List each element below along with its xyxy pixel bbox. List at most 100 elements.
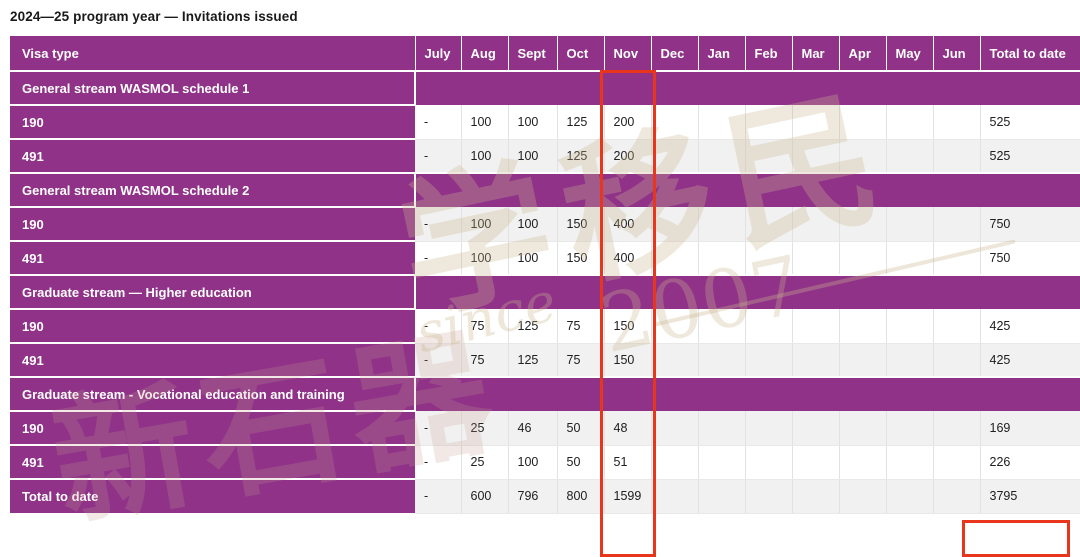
- total-cell-sept: 796: [508, 479, 557, 513]
- column-header-visa-type[interactable]: Visa type: [10, 36, 415, 71]
- column-header-oct[interactable]: Oct: [557, 36, 604, 71]
- section-filler: [415, 377, 1080, 411]
- total-cell-may: [886, 479, 933, 513]
- cell-nov: 48: [604, 411, 651, 445]
- cell-apr: [839, 139, 886, 173]
- section-header-row: General stream WASMOL schedule 1: [10, 71, 1080, 105]
- cell-aug: 100: [461, 207, 508, 241]
- cell-nov: 200: [604, 105, 651, 139]
- row-label: 491: [10, 139, 415, 173]
- cell-jan: [698, 207, 745, 241]
- row-label: 190: [10, 411, 415, 445]
- column-header-feb[interactable]: Feb: [745, 36, 792, 71]
- cell-feb: [745, 343, 792, 377]
- total-cell-july: -: [415, 479, 461, 513]
- cell-feb: [745, 411, 792, 445]
- page-title: 2024—25 program year — Invitations issue…: [0, 0, 1080, 36]
- cell-jun: [933, 411, 980, 445]
- total-cell-jan: [698, 479, 745, 513]
- section-header-row: Graduate stream - Vocational education a…: [10, 377, 1080, 411]
- cell-jun: [933, 105, 980, 139]
- row-label: 190: [10, 309, 415, 343]
- row-label-total: Total to date: [10, 479, 415, 513]
- total-cell-apr: [839, 479, 886, 513]
- cell-may: [886, 139, 933, 173]
- section-header-row: General stream WASMOL schedule 2: [10, 173, 1080, 207]
- cell-aug: 100: [461, 139, 508, 173]
- cell-total: 525: [980, 139, 1080, 173]
- cell-dec: [651, 309, 698, 343]
- column-header-nov[interactable]: Nov: [604, 36, 651, 71]
- cell-apr: [839, 445, 886, 479]
- cell-may: [886, 207, 933, 241]
- column-header-jan[interactable]: Jan: [698, 36, 745, 71]
- cell-sept: 100: [508, 241, 557, 275]
- cell-total: 525: [980, 105, 1080, 139]
- cell-apr: [839, 207, 886, 241]
- cell-july: -: [415, 343, 461, 377]
- cell-mar: [792, 309, 839, 343]
- cell-nov: 150: [604, 309, 651, 343]
- column-header-mar[interactable]: Mar: [792, 36, 839, 71]
- table-row: 190 - 100 100 150 400 750: [10, 207, 1080, 241]
- cell-jun: [933, 445, 980, 479]
- cell-dec: [651, 241, 698, 275]
- section-title: Graduate stream — Higher education: [10, 275, 415, 309]
- header-row: Visa type July Aug Sept Oct Nov Dec Jan …: [10, 36, 1080, 71]
- table-container: 新石器 学移民 since 2007 Visa type July: [10, 36, 1070, 514]
- cell-feb: [745, 207, 792, 241]
- cell-jan: [698, 445, 745, 479]
- column-header-apr[interactable]: Apr: [839, 36, 886, 71]
- cell-may: [886, 309, 933, 343]
- column-header-may[interactable]: May: [886, 36, 933, 71]
- cell-dec: [651, 105, 698, 139]
- cell-may: [886, 411, 933, 445]
- cell-total: 425: [980, 343, 1080, 377]
- table-row: 491 - 100 100 150 400 750: [10, 241, 1080, 275]
- cell-oct: 50: [557, 411, 604, 445]
- column-header-jun[interactable]: Jun: [933, 36, 980, 71]
- cell-sept: 100: [508, 139, 557, 173]
- cell-july: -: [415, 411, 461, 445]
- cell-nov: 150: [604, 343, 651, 377]
- table-row: 190 - 100 100 125 200 525: [10, 105, 1080, 139]
- row-label: 190: [10, 105, 415, 139]
- row-label: 491: [10, 343, 415, 377]
- cell-aug: 75: [461, 309, 508, 343]
- cell-oct: 125: [557, 139, 604, 173]
- cell-dec: [651, 139, 698, 173]
- cell-mar: [792, 241, 839, 275]
- cell-aug: 100: [461, 105, 508, 139]
- cell-jan: [698, 241, 745, 275]
- total-cell-nov: 1599: [604, 479, 651, 513]
- cell-july: -: [415, 445, 461, 479]
- cell-total: 226: [980, 445, 1080, 479]
- cell-feb: [745, 241, 792, 275]
- invitations-table: Visa type July Aug Sept Oct Nov Dec Jan …: [10, 36, 1080, 514]
- column-header-aug[interactable]: Aug: [461, 36, 508, 71]
- total-cell-dec: [651, 479, 698, 513]
- section-filler: [415, 71, 1080, 105]
- cell-dec: [651, 343, 698, 377]
- column-header-dec[interactable]: Dec: [651, 36, 698, 71]
- cell-sept: 100: [508, 105, 557, 139]
- cell-july: -: [415, 207, 461, 241]
- section-title: General stream WASMOL schedule 1: [10, 71, 415, 105]
- highlight-box-grand-total: [962, 520, 1070, 557]
- cell-jan: [698, 309, 745, 343]
- cell-mar: [792, 411, 839, 445]
- row-label: 491: [10, 241, 415, 275]
- column-header-total-to-date[interactable]: Total to date: [980, 36, 1080, 71]
- cell-dec: [651, 207, 698, 241]
- cell-feb: [745, 105, 792, 139]
- cell-jun: [933, 207, 980, 241]
- row-label: 491: [10, 445, 415, 479]
- column-header-july[interactable]: July: [415, 36, 461, 71]
- cell-nov: 400: [604, 241, 651, 275]
- column-header-sept[interactable]: Sept: [508, 36, 557, 71]
- cell-may: [886, 241, 933, 275]
- cell-apr: [839, 309, 886, 343]
- cell-mar: [792, 445, 839, 479]
- cell-sept: 125: [508, 343, 557, 377]
- table-row: 491 - 100 100 125 200 525: [10, 139, 1080, 173]
